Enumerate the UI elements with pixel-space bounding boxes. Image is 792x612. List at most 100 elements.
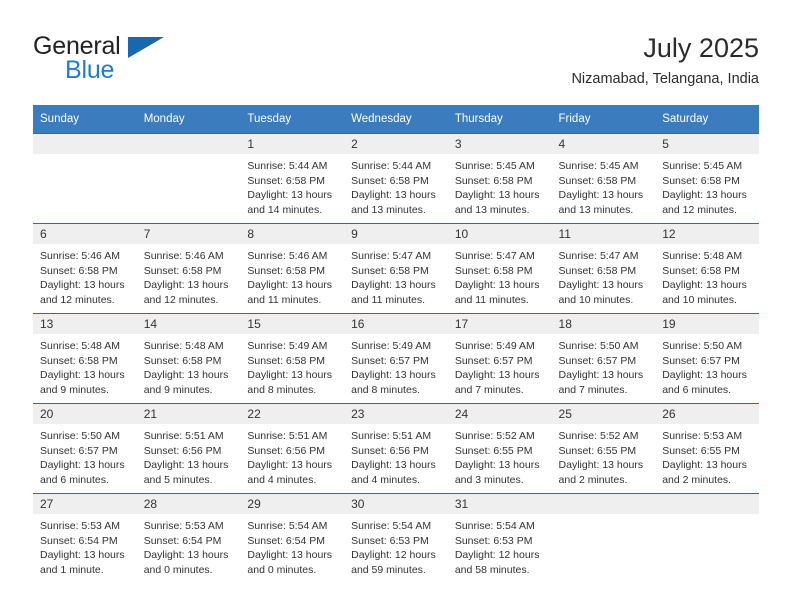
- day-number: 20: [33, 404, 137, 424]
- daylight-text: Daylight: 13 hours and 6 minutes.: [40, 459, 125, 486]
- day-number: [33, 134, 137, 154]
- calendar-day-cell[interactable]: 30 Sunrise: 5:54 AM Sunset: 6:53 PM Dayligh…: [344, 493, 448, 583]
- daylight-text: Daylight: 13 hours and 0 minutes.: [247, 549, 333, 576]
- sunset-text: Sunset: 6:56 PM: [247, 444, 326, 457]
- sunrise-text: Sunrise: 5:46 AM: [143, 250, 224, 262]
- sunrise-text: Sunrise: 5:48 AM: [40, 340, 120, 352]
- calendar-day-cell[interactable]: 10 Sunrise: 5:47 AM Sunset: 6:58 PM Dayligh…: [447, 223, 552, 314]
- day-number: 11: [551, 224, 656, 244]
- daylight-text: Daylight: 13 hours and 4 minutes.: [247, 459, 333, 486]
- calendar-day-cell[interactable]: 28 Sunrise: 5:53 AM Sunset: 6:54 PM Dayligh…: [136, 493, 241, 583]
- sunrise-text: Sunrise: 5:47 AM: [558, 250, 639, 262]
- daylight-text: Daylight: 13 hours and 13 minutes.: [351, 189, 436, 216]
- sunrise-text: Sunrise: 5:44 AM: [351, 160, 432, 172]
- day-number: 4: [551, 134, 656, 154]
- calendar-day-cell[interactable]: 7 Sunrise: 5:46 AM Sunset: 6:58 PM Daylight…: [136, 223, 241, 314]
- weekday-header-saturday: Saturday: [655, 105, 759, 134]
- day-number: 7: [136, 224, 241, 244]
- calendar-day-cell[interactable]: 12 Sunrise: 5:48 AM Sunset: 6:58 PM Dayligh…: [655, 223, 759, 314]
- calendar-day-cell[interactable]: 3 Sunrise: 5:45 AM Sunset: 6:58 PM Daylight…: [447, 133, 552, 224]
- calendar-day-cell[interactable]: 31 Sunrise: 5:54 AM Sunset: 6:53 PM Dayligh…: [447, 493, 552, 583]
- calendar-day-cell[interactable]: 4 Sunrise: 5:45 AM Sunset: 6:58 PM Daylight…: [551, 133, 656, 224]
- calendar-day-cell[interactable]: 2 Sunrise: 5:44 AM Sunset: 6:58 PM Daylight…: [344, 133, 448, 224]
- calendar-day-cell[interactable]: 23 Sunrise: 5:51 AM Sunset: 6:56 PM Dayligh…: [344, 403, 448, 494]
- day-number: 24: [447, 404, 552, 424]
- calendar-day-cell[interactable]: 1 Sunrise: 5:44 AM Sunset: 6:58 PM Daylight…: [240, 133, 345, 224]
- day-number: 13: [33, 314, 137, 334]
- daylight-text: Daylight: 13 hours and 2 minutes.: [558, 459, 644, 486]
- day-number: 6: [33, 224, 137, 244]
- calendar-day-cell[interactable]: 19 Sunrise: 5:50 AM Sunset: 6:57 PM Dayligh…: [655, 313, 759, 404]
- day-details: Sunrise: 5:45 AM Sunset: 6:58 PM Daylight:…: [448, 154, 552, 217]
- day-number: [551, 494, 656, 514]
- day-details: Sunrise: 5:53 AM Sunset: 6:55 PM Daylight:…: [655, 424, 759, 487]
- sunset-text: Sunset: 6:58 PM: [558, 174, 637, 187]
- general-blue-logo[interactable]: General Blue: [33, 32, 253, 88]
- day-number: 9: [344, 224, 448, 244]
- sunset-text: Sunset: 6:58 PM: [143, 354, 222, 367]
- sunset-text: Sunset: 6:57 PM: [351, 354, 429, 367]
- calendar-day-cell[interactable]: 24 Sunrise: 5:52 AM Sunset: 6:55 PM Dayligh…: [447, 403, 552, 494]
- daylight-text: Daylight: 13 hours and 8 minutes.: [247, 369, 333, 396]
- sunset-text: Sunset: 6:53 PM: [351, 534, 429, 547]
- sunset-text: Sunset: 6:58 PM: [351, 264, 429, 277]
- day-number: 16: [344, 314, 448, 334]
- day-details: Sunrise: 5:54 AM Sunset: 6:53 PM Daylight:…: [344, 514, 448, 577]
- calendar-day-cell[interactable]: 25 Sunrise: 5:52 AM Sunset: 6:55 PM Dayligh…: [551, 403, 656, 494]
- calendar-day-cell[interactable]: 29 Sunrise: 5:54 AM Sunset: 6:54 PM Dayligh…: [240, 493, 345, 583]
- calendar-day-cell[interactable]: 13 Sunrise: 5:48 AM Sunset: 6:58 PM Dayligh…: [33, 313, 137, 404]
- calendar-week-row: 27 Sunrise: 5:53 AM Sunset: 6:54 PM Dayligh…: [33, 493, 759, 583]
- calendar-day-cell[interactable]: 8 Sunrise: 5:46 AM Sunset: 6:58 PM Daylight…: [240, 223, 345, 314]
- calendar-day-cell[interactable]: 22 Sunrise: 5:51 AM Sunset: 6:56 PM Dayligh…: [240, 403, 345, 494]
- sunset-text: Sunset: 6:54 PM: [40, 534, 118, 547]
- calendar-table: Sunday Monday Tuesday Wednesday Thursday Frid…: [33, 105, 759, 583]
- day-number: 22: [240, 404, 345, 424]
- sunrise-text: Sunrise: 5:48 AM: [662, 250, 743, 262]
- daylight-text: Daylight: 13 hours and 2 minutes.: [662, 459, 747, 486]
- calendar-day-cell[interactable]: 27 Sunrise: 5:53 AM Sunset: 6:54 PM Dayligh…: [33, 493, 137, 583]
- sunrise-text: Sunrise: 5:54 AM: [454, 520, 535, 532]
- calendar-day-cell[interactable]: 18 Sunrise: 5:50 AM Sunset: 6:57 PM Dayligh…: [551, 313, 656, 404]
- day-details: Sunrise: 5:50 AM Sunset: 6:57 PM Daylight:…: [33, 424, 137, 487]
- daylight-text: Daylight: 13 hours and 9 minutes.: [40, 369, 125, 396]
- calendar-week-row: 6 Sunrise: 5:46 AM Sunset: 6:58 PM Daylight…: [33, 223, 759, 314]
- sunset-text: Sunset: 6:57 PM: [558, 354, 637, 367]
- sunset-text: Sunset: 6:54 PM: [143, 534, 222, 547]
- day-details: Sunrise: 5:45 AM Sunset: 6:58 PM Daylight:…: [655, 154, 759, 217]
- calendar-day-cell[interactable]: 14 Sunrise: 5:48 AM Sunset: 6:58 PM Dayligh…: [136, 313, 241, 404]
- calendar-day-cell[interactable]: 17 Sunrise: 5:49 AM Sunset: 6:57 PM Dayligh…: [447, 313, 552, 404]
- day-number: 8: [240, 224, 345, 244]
- daylight-text: Daylight: 13 hours and 12 minutes.: [662, 189, 747, 216]
- calendar-day-cell[interactable]: 5 Sunrise: 5:45 AM Sunset: 6:58 PM Daylight…: [655, 133, 759, 224]
- sunrise-text: Sunrise: 5:54 AM: [351, 520, 432, 532]
- calendar-day-cell[interactable]: 11 Sunrise: 5:47 AM Sunset: 6:58 PM Dayligh…: [551, 223, 656, 314]
- sunrise-text: Sunrise: 5:52 AM: [454, 430, 535, 442]
- sunrise-text: Sunrise: 5:50 AM: [662, 340, 743, 352]
- calendar-day-cell[interactable]: 20 Sunrise: 5:50 AM Sunset: 6:57 PM Dayligh…: [33, 403, 137, 494]
- daylight-text: Daylight: 13 hours and 9 minutes.: [143, 369, 229, 396]
- calendar-day-cell[interactable]: 6 Sunrise: 5:46 AM Sunset: 6:58 PM Daylight…: [33, 223, 137, 314]
- sunset-text: Sunset: 6:58 PM: [351, 174, 429, 187]
- calendar-day-cell[interactable]: 21 Sunrise: 5:51 AM Sunset: 6:56 PM Dayligh…: [136, 403, 241, 494]
- sunset-text: Sunset: 6:58 PM: [558, 264, 637, 277]
- calendar-day-cell[interactable]: 15 Sunrise: 5:49 AM Sunset: 6:58 PM Dayligh…: [240, 313, 345, 404]
- calendar-day-cell[interactable]: 26 Sunrise: 5:53 AM Sunset: 6:55 PM Dayligh…: [655, 403, 759, 494]
- sunrise-text: Sunrise: 5:52 AM: [558, 430, 639, 442]
- sunrise-text: Sunrise: 5:45 AM: [662, 160, 743, 172]
- day-number: 19: [655, 314, 759, 334]
- day-details: Sunrise: 5:48 AM Sunset: 6:58 PM Daylight:…: [33, 334, 137, 397]
- day-details: Sunrise: 5:46 AM Sunset: 6:58 PM Daylight:…: [240, 244, 344, 307]
- daylight-text: Daylight: 13 hours and 0 minutes.: [143, 549, 229, 576]
- weekday-header-sunday: Sunday: [33, 105, 137, 134]
- calendar-day-cell[interactable]: 9 Sunrise: 5:47 AM Sunset: 6:58 PM Daylight…: [344, 223, 448, 314]
- day-number: 21: [136, 404, 241, 424]
- sunrise-text: Sunrise: 5:45 AM: [558, 160, 639, 172]
- sunrise-text: Sunrise: 5:47 AM: [351, 250, 432, 262]
- day-number: 29: [240, 494, 345, 514]
- calendar-day-cell[interactable]: 16 Sunrise: 5:49 AM Sunset: 6:57 PM Dayligh…: [344, 313, 448, 404]
- day-details: Sunrise: 5:50 AM Sunset: 6:57 PM Daylight:…: [655, 334, 759, 397]
- day-details: Sunrise: 5:49 AM Sunset: 6:57 PM Daylight:…: [448, 334, 552, 397]
- page-header: General Blue July 2025 Nizamabad, Telang…: [33, 32, 759, 94]
- weekday-header-wednesday: Wednesday: [344, 105, 448, 134]
- sunset-text: Sunset: 6:58 PM: [454, 174, 533, 187]
